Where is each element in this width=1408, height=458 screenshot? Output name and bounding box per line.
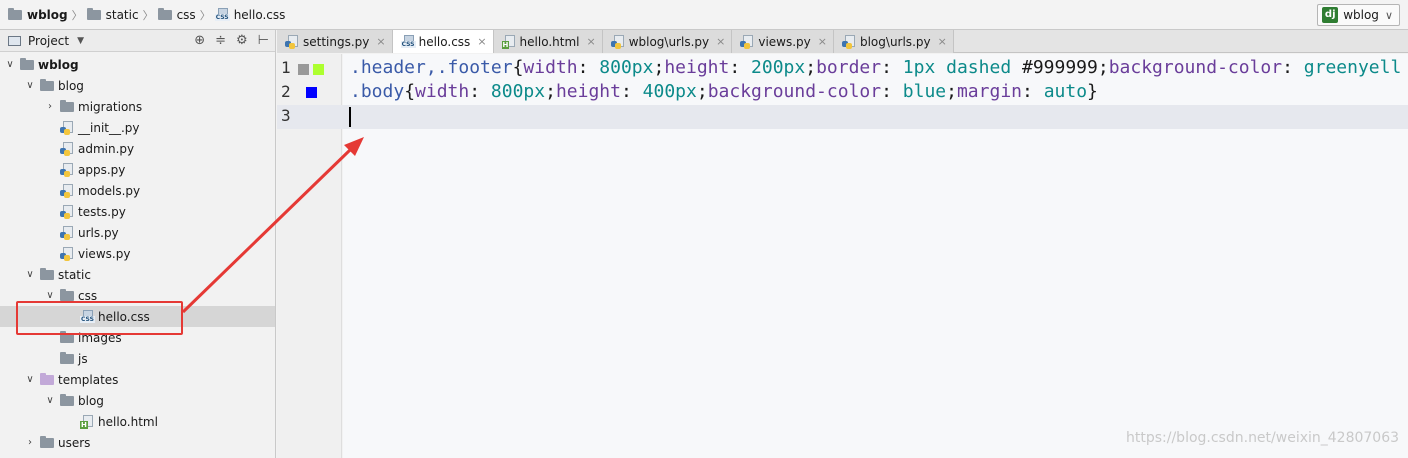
annotation-arrow	[181, 137, 364, 314]
